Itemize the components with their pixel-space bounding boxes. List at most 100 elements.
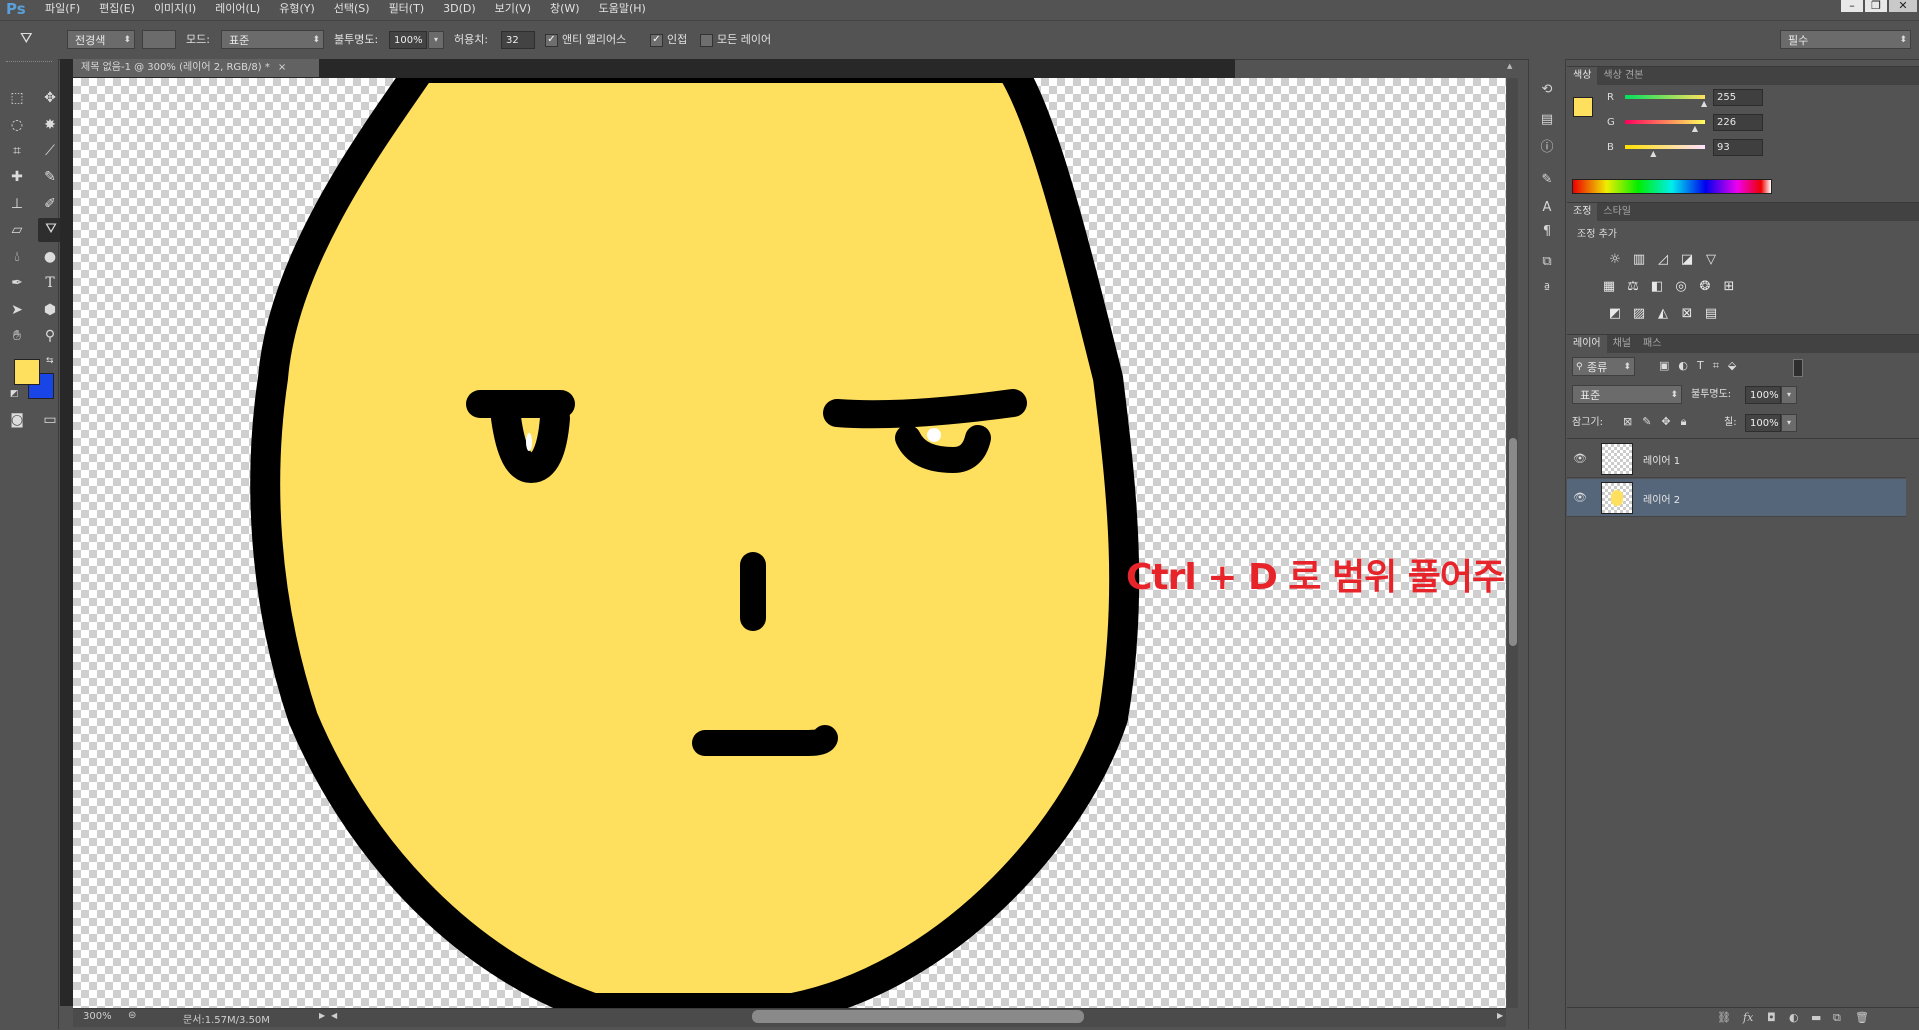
opacity-dropdown-icon[interactable]: ▾	[428, 31, 444, 49]
glyphs-icon[interactable]: ª	[1536, 279, 1558, 301]
minimize-button[interactable]: –	[1841, 0, 1863, 12]
lock-icons[interactable]: ⊠✎✥🔒︎	[1623, 415, 1697, 429]
delete-layer-icon[interactable]: 🗑︎	[1855, 1011, 1869, 1024]
horizontal-scroll-thumb[interactable]	[752, 1010, 1084, 1023]
channel-mixer-icon[interactable]: ❂	[1695, 278, 1715, 296]
menu-item-4[interactable]: 유형(Y)	[279, 0, 315, 19]
add-mask-icon[interactable]: ◘	[1767, 1011, 1776, 1024]
menu-item-8[interactable]: 보기(V)	[495, 0, 531, 19]
history-icon[interactable]: ⟲	[1536, 79, 1558, 101]
shape-tool-icon[interactable]: ⬢	[39, 299, 61, 321]
hand-tool-icon[interactable]: ✋︎	[6, 325, 28, 347]
layer-opacity-field[interactable]: 100%	[1745, 386, 1781, 404]
menu-item-3[interactable]: 레이어(L)	[215, 0, 260, 19]
fill-dropdown-icon[interactable]: ▾	[1781, 414, 1797, 432]
document-canvas[interactable]: Ctrl + D 로 범위 풀어주기!	[73, 78, 1506, 1008]
magic-wand-tool-icon[interactable]: ✸	[39, 114, 61, 136]
tolerance-field[interactable]: 32	[501, 31, 535, 49]
swap-colors-icon[interactable]: ⇆	[46, 356, 54, 366]
move-tool-icon[interactable]: ✥	[39, 87, 61, 109]
channel-slider-B[interactable]	[1625, 145, 1705, 149]
brightness-icon[interactable]: ☼	[1605, 251, 1625, 269]
scroll-right-icon[interactable]: ▶	[1497, 1011, 1503, 1020]
visibility-eye-icon[interactable]: 👁︎	[1572, 490, 1588, 506]
default-colors-icon[interactable]: ◩	[10, 389, 19, 399]
color-panel-foreground[interactable]	[1573, 97, 1593, 117]
menu-item-0[interactable]: 파일(F)	[45, 0, 80, 19]
close-button[interactable]: ✕	[1889, 0, 1917, 12]
menu-item-1[interactable]: 편집(E)	[99, 0, 135, 19]
hue-saturation-icon[interactable]: ▦	[1599, 278, 1619, 296]
levels-icon[interactable]: ▥	[1629, 251, 1649, 269]
filter-toggle[interactable]	[1793, 359, 1803, 377]
channel-value-G[interactable]: 226	[1713, 114, 1763, 131]
adjustment-layer-icon[interactable]: ◐	[1789, 1011, 1799, 1024]
dodge-tool-icon[interactable]: ●	[39, 246, 61, 268]
color-balance-icon[interactable]: ⚖	[1623, 278, 1643, 296]
layer-row[interactable]: 👁︎ 레이어 1	[1567, 440, 1906, 478]
menu-item-10[interactable]: 도움말(H)	[599, 0, 646, 19]
curves-icon[interactable]: ◿	[1653, 251, 1673, 269]
tab-color[interactable]: 색상	[1567, 67, 1598, 85]
black-white-icon[interactable]: ◧	[1647, 278, 1667, 296]
menu-item-9[interactable]: 창(W)	[550, 0, 580, 19]
menu-item-6[interactable]: 필터(T)	[389, 0, 425, 19]
type-tool-icon[interactable]: T	[39, 272, 61, 294]
restore-button[interactable]: ❐	[1865, 0, 1887, 12]
paint-bucket-icon[interactable]: ⛛	[20, 29, 48, 49]
contiguous-checkbox[interactable]: ✓	[650, 34, 663, 47]
fill-source-select[interactable]: 전경색	[67, 30, 135, 50]
fill-field[interactable]: 100%	[1745, 414, 1781, 432]
channel-slider-handle-B[interactable]: ▲	[1650, 149, 1656, 158]
posterize-icon[interactable]: ▨	[1629, 305, 1649, 323]
path-selection-tool-icon[interactable]: ➤	[6, 299, 28, 321]
workspace-select[interactable]: 필수	[1780, 30, 1911, 50]
document-tab[interactable]: 제목 없음-1 @ 300% (레이어 2, RGB/8) * ×	[73, 59, 319, 77]
zoom-tool-icon[interactable]: ⚲	[39, 325, 61, 347]
tab-adjustments[interactable]: 조정	[1567, 203, 1598, 221]
tab-styles[interactable]: 스타일	[1597, 203, 1637, 221]
quick-mask-icon[interactable]: ◙	[6, 409, 28, 431]
layer-style-icon[interactable]: fx	[1743, 1011, 1753, 1024]
vibrance-icon[interactable]: ▽	[1701, 251, 1721, 269]
antialias-checkbox[interactable]: ✓	[545, 34, 558, 47]
layer-filter-icons[interactable]: ▣◐T⌗⬙	[1659, 359, 1745, 373]
character-icon[interactable]: A	[1536, 197, 1558, 219]
info-icon[interactable]: ⓘ	[1536, 137, 1558, 159]
close-tab-icon[interactable]: ×	[278, 62, 286, 73]
channel-slider-R[interactable]	[1625, 95, 1705, 99]
channel-slider-handle-R[interactable]: ▲	[1701, 99, 1707, 108]
color-spectrum-bar[interactable]	[1572, 179, 1772, 194]
marquee-tool-icon[interactable]: ⬚	[6, 87, 28, 109]
new-layer-icon[interactable]: ⧉	[1833, 1011, 1841, 1025]
screen-mode-icon[interactable]: ▭	[39, 409, 61, 431]
channel-value-R[interactable]: 255	[1713, 89, 1763, 106]
clone-source-icon[interactable]: ⧉	[1536, 251, 1558, 273]
blur-tool-icon[interactable]: 💧︎	[6, 246, 28, 268]
scroll-left-icon[interactable]: ◀	[331, 1011, 337, 1020]
exposure-icon[interactable]: ◪	[1677, 251, 1697, 269]
gradient-map-icon[interactable]: ▤	[1701, 305, 1721, 323]
brush-presets-icon[interactable]: ✎	[1536, 169, 1558, 191]
photo-filter-icon[interactable]: ◎	[1671, 278, 1691, 296]
layer-opacity-dropdown-icon[interactable]: ▾	[1781, 386, 1797, 404]
blend-mode-select[interactable]: 표준	[1572, 385, 1682, 405]
eraser-tool-icon[interactable]: ▱	[6, 219, 28, 241]
status-menu-icon[interactable]: ▶	[319, 1011, 325, 1020]
selective-color-icon[interactable]: ⊠	[1677, 305, 1697, 323]
scroll-up-icon[interactable]: ▲	[1507, 62, 1512, 70]
brush-tool-icon[interactable]: ✎	[39, 166, 61, 188]
tab-layers[interactable]: 레이어	[1567, 335, 1607, 353]
opacity-field[interactable]: 100%	[389, 31, 427, 49]
new-group-icon[interactable]: ▬	[1811, 1011, 1821, 1024]
healing-brush-tool-icon[interactable]: ✚	[6, 166, 28, 188]
threshold-icon[interactable]: ◭	[1653, 305, 1673, 323]
invert-icon[interactable]: ◩	[1605, 305, 1625, 323]
zoom-level[interactable]: 300%	[83, 1011, 112, 1022]
clone-stamp-tool-icon[interactable]: ⊥	[6, 193, 28, 215]
vertical-scroll-thumb[interactable]	[1509, 438, 1517, 646]
pattern-picker[interactable]	[142, 30, 176, 49]
menu-item-7[interactable]: 3D(D)	[443, 0, 476, 19]
eyedropper-tool-icon[interactable]: ⟋	[39, 140, 61, 162]
tab-swatches[interactable]: 색상 견본	[1597, 67, 1649, 85]
